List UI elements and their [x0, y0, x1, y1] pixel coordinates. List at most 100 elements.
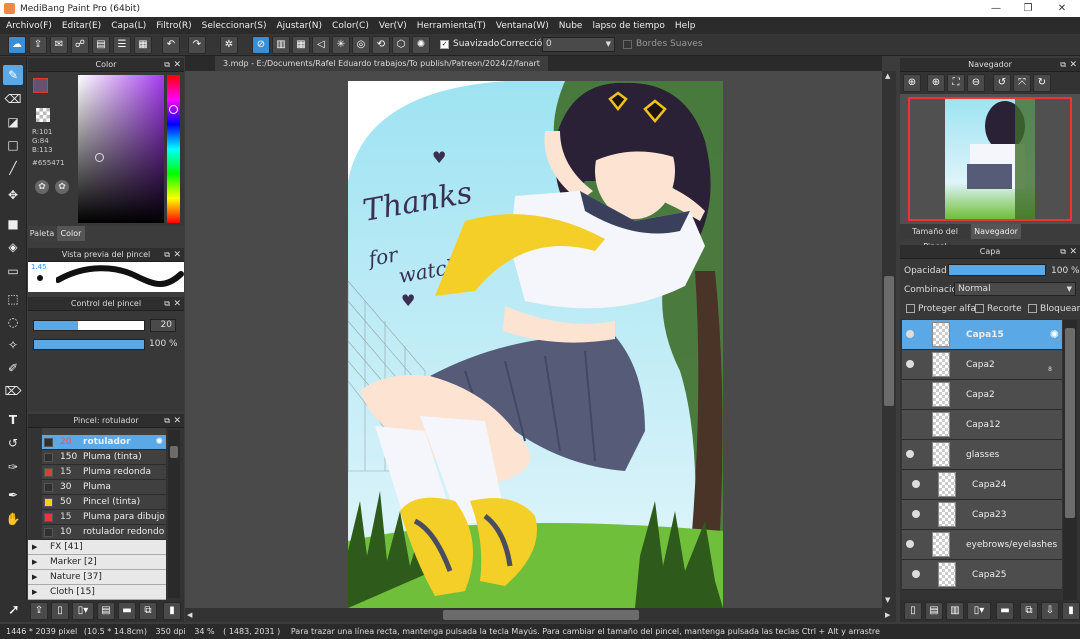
close-icon[interactable]: ✕	[173, 414, 181, 428]
primary-color-swatch[interactable]	[33, 78, 48, 93]
brush-item[interactable]: 15 Pluma redonda	[42, 465, 166, 480]
palette-add-icon[interactable]: ✿	[55, 180, 69, 194]
move-tool-icon[interactable]: ✥	[3, 185, 23, 205]
brush-tool-icon[interactable]: ✎	[3, 65, 23, 85]
eraser-tool-icon[interactable]: ⌫	[3, 89, 23, 109]
shape-tool-icon[interactable]: □	[3, 135, 23, 155]
add-layer-dropdown-icon[interactable]: ▯▾	[967, 602, 991, 620]
brush-new-icon[interactable]: ▯	[51, 602, 69, 620]
visibility-icon[interactable]	[912, 570, 920, 578]
bucket-tool-icon[interactable]: ◈	[3, 237, 23, 257]
new-8bit-layer-icon[interactable]: ▥	[946, 602, 964, 620]
menu-cloud[interactable]: Nube	[559, 21, 583, 31]
delete-layer-icon[interactable]: ▮	[1062, 602, 1080, 620]
clip-checkbox[interactable]	[975, 304, 984, 313]
expand-arrow-icon[interactable]: ▶	[32, 555, 37, 570]
rotate-right-icon[interactable]: ↻	[1033, 74, 1051, 92]
float-icon[interactable]: ⧉	[1060, 58, 1066, 72]
close-icon[interactable]: ✕	[1069, 58, 1077, 72]
magic-wand-icon[interactable]: ✧	[3, 335, 23, 355]
snap-parallel-icon[interactable]: ▥	[272, 36, 290, 54]
canvas-area[interactable]: Thanks for watch ♥ ♥	[185, 71, 882, 608]
tab-navigator[interactable]: Navegador	[971, 224, 1021, 239]
canvas-vscrollbar[interactable]: ▲ ▼	[882, 71, 896, 608]
visibility-icon[interactable]	[906, 450, 914, 458]
brush-delete-icon[interactable]: ▮	[163, 602, 181, 620]
float-icon[interactable]: ⧉	[164, 297, 170, 311]
pen-tool-icon[interactable]: ✒	[3, 485, 23, 505]
snap-grid-icon[interactable]: ▦	[292, 36, 310, 54]
grid-icon[interactable]: ▦	[134, 36, 152, 54]
hue-cursor[interactable]	[169, 105, 178, 114]
menu-timelapse[interactable]: lapso de tiempo	[592, 21, 664, 31]
layer-row[interactable]: Capa2	[902, 380, 1062, 410]
brush-opacity-slider[interactable]	[33, 339, 145, 350]
brush-group[interactable]: ▶ Nature [37]	[28, 570, 166, 585]
menu-edit[interactable]: Editar(E)	[62, 21, 101, 31]
soft-edges-checkbox[interactable]	[623, 40, 632, 49]
brush-size-slider[interactable]	[33, 320, 145, 331]
antialias-checkbox[interactable]: ✓	[440, 40, 449, 49]
snap-radial-icon[interactable]: ✳	[332, 36, 350, 54]
eyedropper-icon[interactable]: ✑	[3, 457, 23, 477]
snap-circle-icon[interactable]: ◎	[352, 36, 370, 54]
tab-color[interactable]: Color	[57, 226, 85, 241]
menu-help[interactable]: Help	[675, 21, 696, 31]
layer-list-scroll-thumb[interactable]	[1065, 328, 1075, 518]
brush-item[interactable]: 15Pluma para dibujo 2	[42, 510, 166, 537]
menu-color[interactable]: Color(C)	[332, 21, 369, 31]
tab-brush-size[interactable]: Tamaño del Pincel	[900, 224, 970, 251]
brush-list-scrollbar[interactable]	[168, 430, 180, 598]
expand-arrow-icon[interactable]: ▶	[32, 540, 37, 555]
hue-slider[interactable]	[167, 75, 180, 223]
duplicate-layer-icon[interactable]: ⧉	[1020, 602, 1038, 620]
select-pen-icon[interactable]: ✐	[3, 358, 23, 378]
menu-select[interactable]: Seleccionar(S)	[202, 21, 267, 31]
visibility-icon[interactable]	[912, 510, 920, 518]
undo-button[interactable]: ↶	[162, 36, 180, 54]
menu-file[interactable]: Archivo(F)	[6, 21, 52, 31]
transform-icon[interactable]: ✲	[220, 36, 238, 54]
brush-item[interactable]: 10 rotulador redondo	[42, 525, 166, 540]
close-icon[interactable]: ✕	[173, 248, 181, 262]
visibility-icon[interactable]	[906, 330, 914, 338]
operation-tool-icon[interactable]: ↺	[3, 433, 23, 453]
brush-cloud-icon[interactable]: ⇪	[30, 602, 48, 620]
layer-row[interactable]: Capa25	[902, 560, 1062, 590]
document-tab[interactable]: 3.mdp - E:/Documents/Rafel Eduardo traba…	[215, 56, 548, 71]
visibility-icon[interactable]	[906, 540, 914, 548]
zoom-in-icon[interactable]: ⊕	[903, 74, 921, 92]
snap-settings-icon[interactable]: ✺	[412, 36, 430, 54]
snap-perspective-icon[interactable]: ◁	[312, 36, 330, 54]
brush-settings-icon[interactable]: ✺	[155, 435, 163, 450]
new-halftone-layer-icon[interactable]: ▤	[925, 602, 943, 620]
canvas-vscroll-thumb[interactable]	[884, 276, 894, 406]
expand-arrow-icon[interactable]: ▶	[32, 570, 37, 585]
snap-off-icon[interactable]: ⊘	[252, 36, 270, 54]
layer-list-scrollbar[interactable]	[1063, 320, 1077, 600]
layer-row[interactable]: glasses	[902, 440, 1062, 470]
minimize-button[interactable]: —	[980, 0, 1012, 17]
brush-item[interactable]: 150 Pluma (tinta)	[42, 450, 166, 465]
canvas-hscrollbar[interactable]: ◀ ▶	[185, 608, 896, 622]
lock-checkbox[interactable]	[1028, 304, 1037, 313]
float-icon[interactable]: ⧉	[164, 414, 170, 428]
scroll-right-icon[interactable]: ▶	[885, 611, 890, 619]
line-tool-icon[interactable]: ╱	[3, 158, 23, 178]
text-tool-icon[interactable]: T	[3, 410, 23, 430]
brush-duplicate-icon[interactable]: ⧉	[139, 602, 157, 620]
zoom-out-icon[interactable]: ⊖	[967, 74, 985, 92]
visibility-icon[interactable]	[906, 360, 914, 368]
menu-filter[interactable]: Filtro(R)	[156, 21, 191, 31]
merge-layer-icon[interactable]: ⇩	[1041, 602, 1059, 620]
correction-select[interactable]: 0 ▼	[542, 37, 615, 52]
layer-settings-icon[interactable]: ✺	[1050, 328, 1059, 341]
color-picker-cursor[interactable]	[95, 153, 104, 162]
snap-curve-icon[interactable]: ⟲	[372, 36, 390, 54]
menu-view[interactable]: Ver(V)	[379, 21, 407, 31]
upload-icon[interactable]: ⇪	[29, 36, 47, 54]
document-icon[interactable]: ▤	[92, 36, 110, 54]
layer-folder-icon[interactable]: ▬	[996, 602, 1014, 620]
comment-icon[interactable]: ✉	[50, 36, 68, 54]
layer-row[interactable]: Capa23	[902, 500, 1062, 530]
